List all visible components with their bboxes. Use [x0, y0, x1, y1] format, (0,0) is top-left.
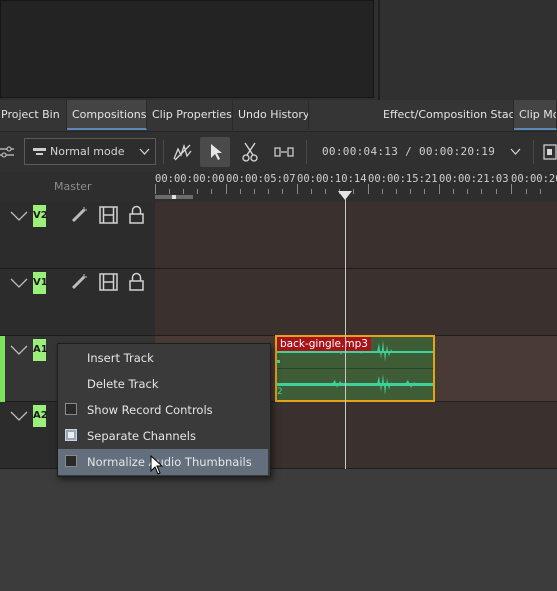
effects-wand-icon[interactable] — [70, 273, 88, 291]
menu-item-label: Insert Track — [87, 351, 154, 365]
clip-monitor-screen — [0, 0, 374, 98]
razor-tool-button[interactable] — [235, 137, 265, 167]
normalize-audio-thumbnails-checkbox[interactable] — [65, 455, 77, 467]
track-name-badge: V1 — [33, 272, 48, 294]
scissors-icon — [242, 142, 258, 162]
slip-tool-button[interactable] — [269, 137, 299, 167]
timeline-mode-select[interactable]: Normal mode — [24, 138, 156, 165]
tab-clip-monitor[interactable]: Clip Mo — [514, 100, 557, 130]
master-label: Master — [54, 180, 92, 193]
tab-compositions[interactable]: Compositions — [67, 100, 147, 130]
zone-start-marker[interactable] — [172, 195, 176, 199]
chevron-down-icon — [139, 148, 150, 155]
track-settings-icon[interactable] — [0, 144, 16, 160]
channel-marker: 2 — [277, 387, 283, 397]
timecode-separator: / — [405, 145, 413, 158]
film-strip-icon[interactable] — [99, 206, 118, 224]
pointer-arrow-icon — [211, 144, 222, 160]
timecode-current: 00:00:04:13 — [322, 145, 399, 158]
active-track-indicator — [0, 336, 5, 402]
timeline-toolbar: Normal mode 00:00:04:13 / 00:00:20:19 — [0, 131, 557, 173]
clip-monitor-panel — [0, 0, 378, 100]
slip-tool-icon — [274, 147, 294, 157]
clip-name-label: back-gingle.mp3 — [277, 337, 371, 351]
track-lane-v2[interactable] — [155, 202, 557, 269]
menu-item-label: Normalize Audio Thumbnails — [87, 455, 252, 469]
tab-clip-properties[interactable]: Clip Properties — [147, 100, 233, 130]
track-header-v1[interactable]: V1 — [0, 269, 155, 336]
tab-project-bin[interactable]: Project Bin — [0, 100, 67, 130]
selection-tool-button[interactable] — [200, 137, 230, 167]
tab-effect-composition-stack[interactable]: Effect/Composition Stack — [378, 100, 514, 130]
menu-item-label: Separate Channels — [87, 429, 196, 443]
collapse-chevron-icon[interactable] — [10, 345, 28, 355]
timeline-mode-label: Normal mode — [50, 145, 125, 158]
timeline-ruler[interactable]: 00:00:00:00 00:00:05:07 00:00:10:14 00:0… — [155, 172, 557, 202]
ruler-ticks — [155, 184, 541, 194]
dock-tabs-bar: Project Bin Compositions Clip Properties… — [0, 100, 557, 131]
monitor-layout-icon[interactable] — [543, 144, 557, 160]
master-header: Master — [0, 172, 155, 202]
spacer-tool-icon — [173, 143, 192, 161]
track-header-v2[interactable]: V2 — [0, 202, 155, 269]
lock-icon[interactable] — [129, 272, 144, 291]
effects-wand-icon[interactable] — [70, 206, 88, 224]
tab-undo-history[interactable]: Undo History — [233, 100, 309, 130]
menu-item-label: Delete Track — [87, 377, 159, 391]
chevron-down-icon[interactable] — [510, 148, 521, 156]
menu-item-separate-channels[interactable]: Separate Channels — [58, 423, 268, 449]
collapse-chevron-icon[interactable] — [10, 411, 28, 421]
track-name-badge: A2 — [33, 405, 48, 427]
track-name-badge: A1 — [33, 339, 48, 361]
audio-clip[interactable]: back-gingle.mp3 2 — [275, 335, 435, 402]
normal-mode-icon — [33, 148, 46, 155]
menu-item-delete-track[interactable]: Delete Track — [58, 371, 268, 397]
menu-item-show-record-controls[interactable]: Show Record Controls — [58, 397, 268, 423]
mouse-cursor-icon — [150, 455, 164, 475]
show-record-controls-checkbox[interactable] — [65, 403, 77, 415]
toolbar-separator — [163, 140, 164, 164]
toolbar-separator — [306, 140, 307, 164]
film-strip-icon[interactable] — [99, 273, 118, 291]
toolbar-separator — [533, 140, 534, 164]
track-name-badge: V2 — [33, 205, 48, 227]
playhead-line[interactable] — [345, 199, 346, 469]
spacer-tool-button[interactable] — [168, 137, 198, 167]
track-lane-v1[interactable] — [155, 269, 557, 336]
collapse-chevron-icon[interactable] — [10, 278, 28, 288]
timecode-total: 00:00:20:19 — [418, 145, 496, 158]
track-context-menu: Insert Track Delete Track Show Record Co… — [57, 343, 271, 477]
lock-icon[interactable] — [129, 205, 144, 224]
collapse-chevron-icon[interactable] — [10, 211, 28, 221]
menu-item-label: Show Record Controls — [87, 403, 213, 417]
timecode-display[interactable]: 00:00:04:13 / 00:00:20:19 — [322, 145, 495, 158]
menu-item-insert-track[interactable]: Insert Track — [58, 345, 268, 371]
separate-channels-checkbox[interactable] — [65, 429, 77, 441]
project-monitor-panel — [380, 0, 557, 100]
